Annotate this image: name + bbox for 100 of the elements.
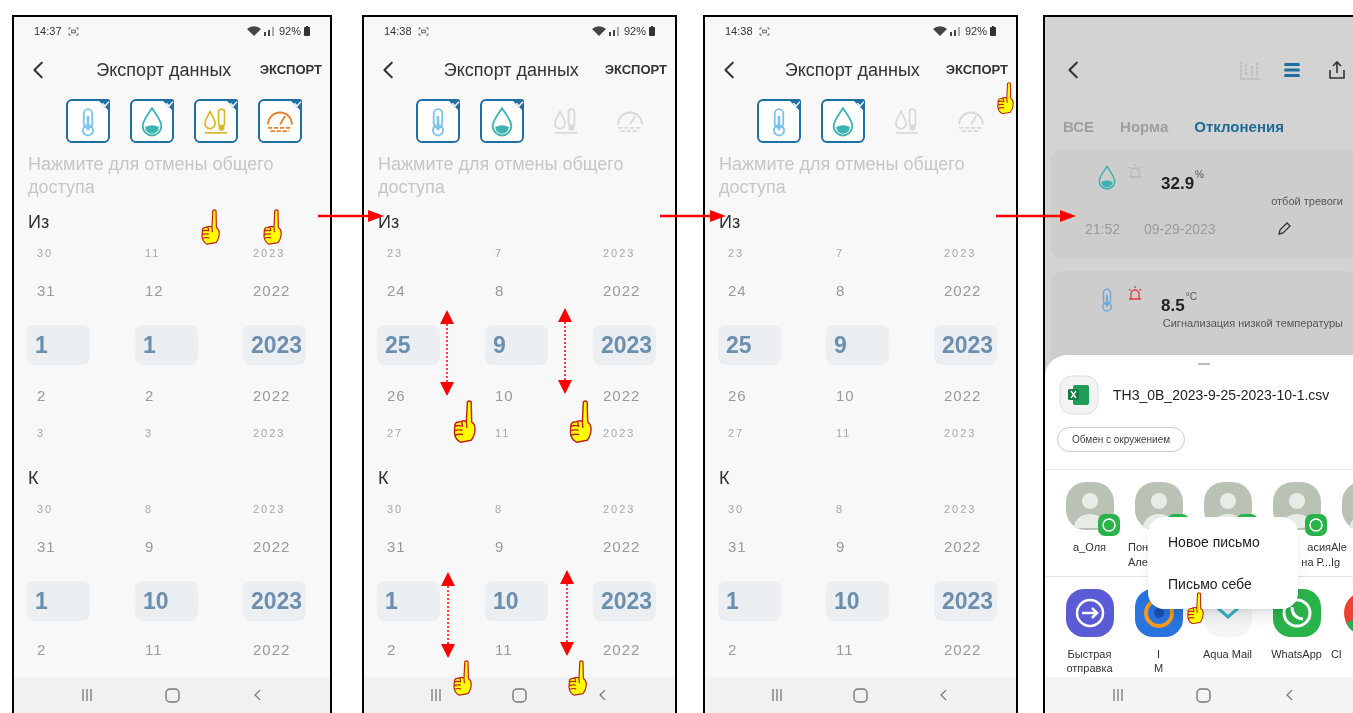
picker-option[interactable]: 2022: [934, 384, 982, 408]
list-icon[interactable]: [1283, 61, 1301, 79]
picker-option[interactable]: 11: [135, 244, 161, 262]
sensor-toggle[interactable]: [757, 99, 801, 143]
picker-option[interactable]: 2: [135, 384, 155, 408]
picker-value[interactable]: 9: [826, 325, 889, 365]
picker-value[interactable]: 25: [718, 325, 781, 365]
recent-apps-icon[interactable]: [79, 688, 94, 702]
picker-option[interactable]: 2023: [593, 500, 636, 518]
sensor-toggle[interactable]: [258, 99, 302, 143]
picker-option[interactable]: 8: [826, 500, 845, 518]
contact-name[interactable]: а_Оля: [1055, 540, 1124, 555]
picker-option[interactable]: 3: [27, 424, 46, 442]
picker-option[interactable]: 27: [718, 424, 745, 442]
picker-value[interactable]: 2023: [593, 581, 656, 621]
picker-option[interactable]: 2022: [243, 279, 291, 303]
picker-option[interactable]: 8: [826, 279, 846, 303]
picker-option[interactable]: 11: [485, 424, 511, 442]
picker-option[interactable]: 24: [718, 279, 747, 303]
picker-option[interactable]: 10: [826, 384, 855, 408]
pencil-icon[interactable]: [1275, 221, 1292, 237]
picker-value[interactable]: 1: [377, 581, 440, 621]
picker-option[interactable]: 2022: [934, 535, 982, 559]
picker-option[interactable]: 31: [27, 535, 56, 559]
picker-option[interactable]: 26: [718, 384, 747, 408]
picker-option[interactable]: 2023: [593, 244, 636, 262]
picker-option[interactable]: 2023: [243, 424, 286, 442]
picker-option[interactable]: 31: [27, 279, 56, 303]
picker-option[interactable]: 7: [485, 244, 504, 262]
sensor-toggle[interactable]: [480, 99, 524, 143]
picker-option[interactable]: 7: [826, 244, 845, 262]
picker-value[interactable]: 9: [485, 325, 548, 365]
picker-option[interactable]: 2023: [934, 500, 977, 518]
picker-option[interactable]: 12: [135, 279, 164, 303]
picker-option[interactable]: 9: [485, 535, 505, 559]
picker-option[interactable]: 8: [485, 500, 504, 518]
picker-option[interactable]: 11: [826, 638, 854, 662]
recent-apps-icon[interactable]: [1110, 688, 1125, 702]
home-icon[interactable]: [164, 687, 180, 703]
picker-option[interactable]: 23: [718, 244, 745, 262]
app-label[interactable]: Быстрая отправка: [1066, 647, 1113, 675]
picker-option[interactable]: 2022: [243, 384, 291, 408]
export-button[interactable]: ЭКСПОРТ: [943, 60, 1010, 80]
picker-value[interactable]: 1: [27, 325, 90, 365]
picker-option[interactable]: 2: [377, 638, 397, 662]
picker-option[interactable]: 11: [135, 638, 163, 662]
home-icon[interactable]: [512, 687, 527, 703]
picker-option[interactable]: 11: [826, 424, 852, 442]
home-icon[interactable]: [853, 687, 868, 703]
picker-value[interactable]: 10: [826, 581, 889, 621]
picker-value[interactable]: 1: [27, 581, 90, 621]
picker-option[interactable]: 10: [485, 384, 514, 408]
picker-option[interactable]: 2: [27, 384, 47, 408]
picker-option[interactable]: 2022: [934, 638, 982, 662]
picker-option[interactable]: 9: [826, 535, 846, 559]
app-label[interactable]: I M: [1153, 647, 1164, 675]
picker-option[interactable]: 23: [377, 244, 404, 262]
picker-option[interactable]: 31: [718, 535, 747, 559]
sensor-toggle[interactable]: [821, 99, 865, 143]
picker-option[interactable]: 30: [377, 500, 404, 518]
picker-value[interactable]: 10: [135, 581, 198, 621]
picker-option[interactable]: 9: [135, 535, 155, 559]
picker-value[interactable]: 2023: [934, 581, 997, 621]
picker-option[interactable]: 2023: [243, 244, 286, 262]
picker-option[interactable]: 2023: [934, 244, 977, 262]
picker-option[interactable]: 3: [135, 424, 154, 442]
export-button[interactable]: ЭКСПОРТ: [602, 60, 669, 80]
sensor-toggle[interactable]: [66, 99, 110, 143]
picker-option[interactable]: 8: [485, 279, 505, 303]
picker-option[interactable]: 26: [377, 384, 406, 408]
picker-value[interactable]: 1: [718, 581, 781, 621]
picker-option[interactable]: 2: [27, 638, 47, 662]
menu-item[interactable]: Новое письмо: [1148, 521, 1298, 563]
picker-option[interactable]: 2023: [934, 424, 977, 442]
app-label[interactable]: Aqua Mail: [1203, 647, 1252, 661]
picker-option[interactable]: 2022: [243, 638, 291, 662]
picker-value[interactable]: 1: [135, 325, 198, 365]
share-icon[interactable]: [1327, 60, 1347, 80]
picker-option[interactable]: 2: [718, 638, 738, 662]
picker-value[interactable]: 2023: [593, 325, 656, 365]
contact-name[interactable]: Ale Ig: [1331, 540, 1353, 570]
picker-value[interactable]: 2023: [934, 325, 997, 365]
recent-apps-icon[interactable]: [769, 688, 784, 702]
export-button[interactable]: ЭКСПОРТ: [257, 60, 324, 80]
picker-option[interactable]: 2022: [593, 384, 641, 408]
picker-option[interactable]: 30: [27, 500, 54, 518]
picker-option[interactable]: 2022: [593, 535, 641, 559]
picker-option[interactable]: 2022: [593, 279, 641, 303]
picker-option[interactable]: 24: [377, 279, 406, 303]
picker-value[interactable]: 10: [485, 581, 548, 621]
sensor-toggle[interactable]: [130, 99, 174, 143]
app-label[interactable]: WhatsApp: [1271, 647, 1322, 661]
app-label[interactable]: Cl: [1331, 647, 1342, 661]
picker-option[interactable]: 31: [377, 535, 406, 559]
picker-option[interactable]: 8: [135, 500, 154, 518]
picker-option[interactable]: 2022: [593, 638, 641, 662]
sensor-toggle[interactable]: [194, 99, 238, 143]
picker-option[interactable]: 2023: [593, 424, 636, 442]
menu-item[interactable]: Письмо себе: [1148, 563, 1298, 605]
picker-option[interactable]: 27: [377, 424, 404, 442]
